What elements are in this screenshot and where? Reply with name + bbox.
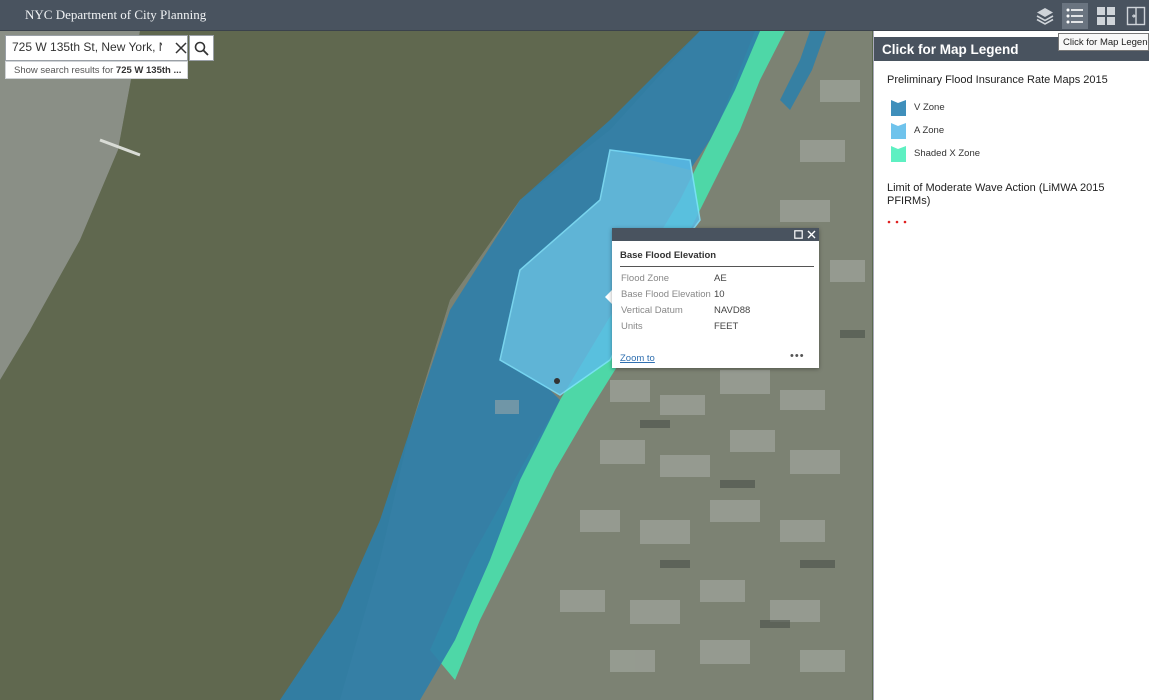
legend-section-firm: Preliminary Flood Insurance Rate Maps 20… [887, 74, 1108, 86]
search-button[interactable] [189, 35, 214, 61]
legend-panel: Click for Map Legend Preliminary Flood I… [873, 31, 1149, 700]
x-zone-swatch-icon [891, 146, 906, 162]
popup-titlebar [612, 228, 819, 241]
popup-title: Base Flood Elevation [620, 250, 717, 261]
split-panel-icon [1126, 6, 1146, 26]
legend-header-text: Click for Map Legend [882, 42, 1019, 57]
search-icon [194, 41, 209, 56]
v-zone-swatch-icon [891, 100, 906, 116]
feature-popup: Base Flood Elevation Flood Zone AE Base … [612, 228, 819, 368]
legend-item-label: A Zone [914, 125, 945, 136]
a-zone-swatch-icon [891, 123, 906, 139]
popup-field-value: NAVD88 [714, 305, 751, 316]
legend-list-icon [1066, 8, 1083, 24]
more-actions-button[interactable]: ••• [790, 350, 805, 362]
suggestion-query: 725 W 135th ... [115, 65, 182, 76]
search-suggestion[interactable]: Show search results for 725 W 135th ... [5, 61, 188, 79]
basemap-grid-icon [1097, 7, 1115, 25]
app-header: NYC Department of City Planning [0, 0, 1149, 31]
popup-field-label: Base Flood Elevation [621, 289, 711, 300]
clear-search-icon[interactable] [174, 41, 188, 55]
legend-item-label: Shaded X Zone [914, 148, 981, 159]
limwa-line-icon [887, 220, 907, 224]
legend-button[interactable] [1062, 3, 1088, 29]
maximize-icon[interactable] [794, 230, 803, 239]
suggestion-prefix: Show search results for [14, 65, 116, 76]
layers-button[interactable] [1032, 3, 1058, 29]
search-input[interactable] [12, 40, 162, 54]
close-icon[interactable] [807, 230, 816, 239]
popup-field-label: Flood Zone [621, 273, 670, 284]
popup-field-value: 10 [714, 289, 725, 300]
legend-item-label: V Zone [914, 102, 945, 113]
search-box[interactable] [5, 35, 188, 61]
app-title: NYC Department of City Planning [25, 7, 207, 22]
legend-tooltip: Click for Map Legend [1058, 33, 1149, 51]
popup-field-value: AE [714, 273, 727, 284]
layers-icon [1036, 8, 1054, 25]
basemap-button[interactable] [1093, 3, 1119, 29]
popup-field-label: Vertical Datum [621, 305, 683, 316]
legend-section-limwa: Limit of Moderate Wave Action (LiMWA 201… [887, 182, 1105, 207]
zoom-to-link[interactable]: Zoom to [620, 353, 655, 364]
popup-field-value: FEET [714, 321, 739, 332]
split-panel-button[interactable] [1123, 3, 1149, 29]
popup-divider [620, 266, 814, 267]
popup-field-label: Units [621, 321, 643, 332]
